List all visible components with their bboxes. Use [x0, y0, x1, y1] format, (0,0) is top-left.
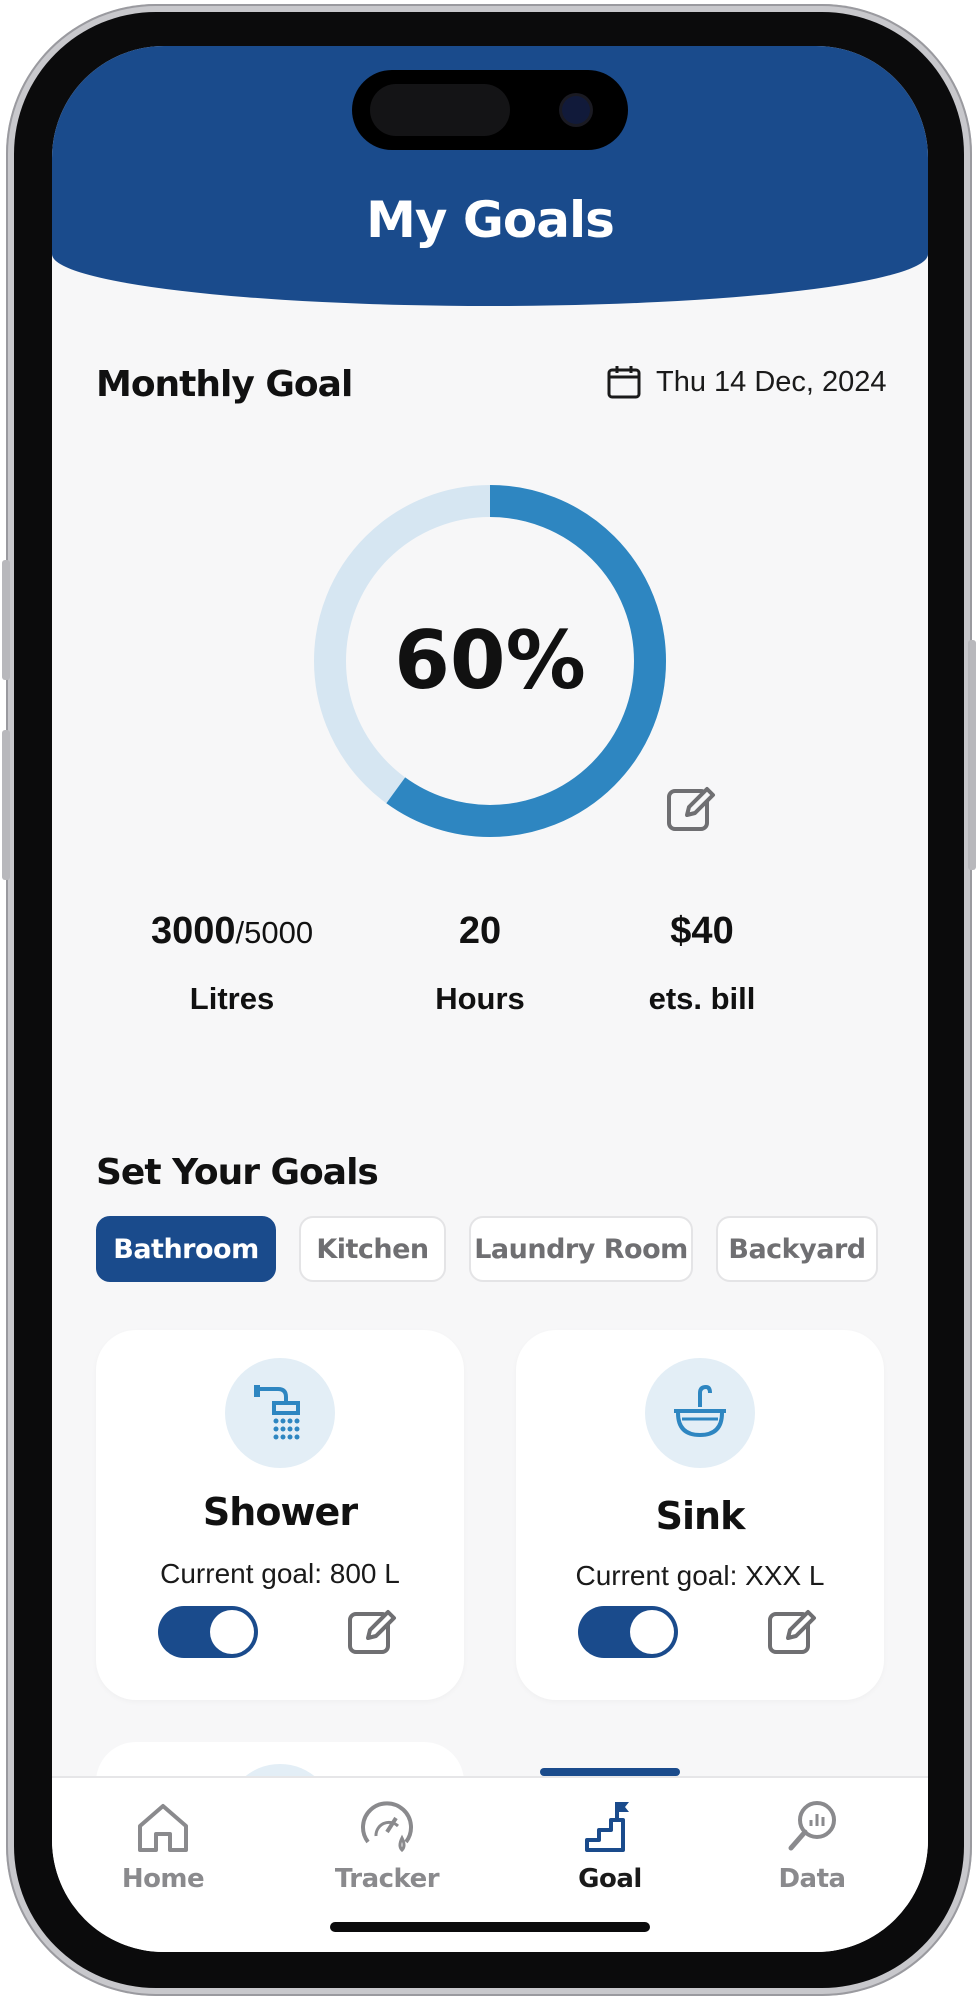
- goal-stairs-flag-icon: [585, 1802, 629, 1852]
- tab-laundry-room[interactable]: Laundry Room: [469, 1216, 693, 1282]
- app-screen: My Goals Monthly Goal Thu 14 Dec, 2024 6…: [52, 46, 928, 1952]
- island-pill: [370, 84, 510, 136]
- stat-bill: $40 ets. bill: [612, 910, 792, 1017]
- edit-shower-goal-button[interactable]: [346, 1604, 400, 1658]
- stat-hours-label: Hours: [435, 981, 525, 1016]
- sink-icon: [674, 1385, 726, 1438]
- stat-litres-value: 3000/5000: [112, 910, 352, 953]
- date-text: Thu 14 Dec, 2024: [656, 365, 887, 398]
- card-goal-sink: Current goal: XXX L: [575, 1560, 825, 1591]
- sink-goal-toggle[interactable]: [578, 1606, 678, 1658]
- room-tabs: Bathroom Kitchen Laundry Room Backyard: [96, 1216, 878, 1282]
- nav-data-label: Data: [778, 1864, 846, 1894]
- stat-litres-total: /5000: [235, 915, 314, 950]
- goal-card-shower: Shower Current goal: 800 L: [96, 1330, 464, 1700]
- date-selector[interactable]: Thu 14 Dec, 2024: [606, 362, 887, 402]
- side-button-left-2: [2, 730, 10, 880]
- stat-hours-value: 20: [458, 910, 502, 952]
- edit-sink-goal-button[interactable]: [766, 1604, 820, 1658]
- nav-data[interactable]: Data: [742, 1798, 882, 1894]
- sink-icon-badge: [645, 1358, 755, 1468]
- tab-bathroom[interactable]: Bathroom: [96, 1216, 276, 1282]
- toggle-knob: [210, 1610, 254, 1654]
- stat-bill-label: ets. bill: [648, 981, 756, 1016]
- shower-goal-toggle[interactable]: [158, 1606, 258, 1658]
- side-button-right: [968, 640, 976, 870]
- card-goal-shower: Current goal: 800 L: [160, 1558, 400, 1589]
- calendar-icon: [607, 366, 641, 399]
- stat-litres-label: Litres: [189, 981, 275, 1016]
- nav-home[interactable]: Home: [93, 1798, 233, 1894]
- header: My Goals: [52, 46, 928, 306]
- goal-card-sink: Sink Current goal: XXX L: [516, 1330, 884, 1700]
- nav-goal[interactable]: Goal: [540, 1798, 680, 1894]
- stat-bill-value: $40: [670, 910, 734, 952]
- card-title-sink: Sink: [655, 1494, 746, 1538]
- home-indicator: [330, 1922, 650, 1932]
- nav-tracker-label: Tracker: [334, 1864, 440, 1894]
- shower-icon-badge: [225, 1358, 335, 1468]
- shower-icon: [254, 1385, 300, 1440]
- edit-monthly-goal-button[interactable]: [665, 781, 719, 835]
- set-goals-title: Set Your Goals: [96, 1152, 379, 1193]
- tab-backyard[interactable]: Backyard: [716, 1216, 878, 1282]
- stat-litres-current: 3000: [150, 910, 236, 952]
- front-camera: [562, 96, 590, 124]
- nav-home-label: Home: [121, 1864, 205, 1894]
- nav-active-indicator: [540, 1768, 680, 1776]
- nav-goal-label: Goal: [578, 1864, 642, 1894]
- stat-hours: 20 Hours: [398, 910, 562, 1017]
- toggle-knob: [630, 1610, 674, 1654]
- monthly-goal-title: Monthly Goal: [96, 364, 353, 405]
- nav-tracker[interactable]: Tracker: [317, 1798, 457, 1894]
- home-icon: [138, 1804, 188, 1852]
- progress-percent: 60%: [394, 614, 586, 707]
- page-title: My Goals: [366, 191, 615, 249]
- dynamic-island: [352, 70, 628, 150]
- gauge-icon: [361, 1801, 413, 1853]
- side-button-left: [2, 560, 10, 680]
- card-title-shower: Shower: [202, 1490, 358, 1534]
- tab-kitchen[interactable]: Kitchen: [299, 1216, 446, 1282]
- data-search-chart-icon: [788, 1801, 836, 1851]
- stat-litres: 3000/5000 Litres: [112, 910, 352, 1017]
